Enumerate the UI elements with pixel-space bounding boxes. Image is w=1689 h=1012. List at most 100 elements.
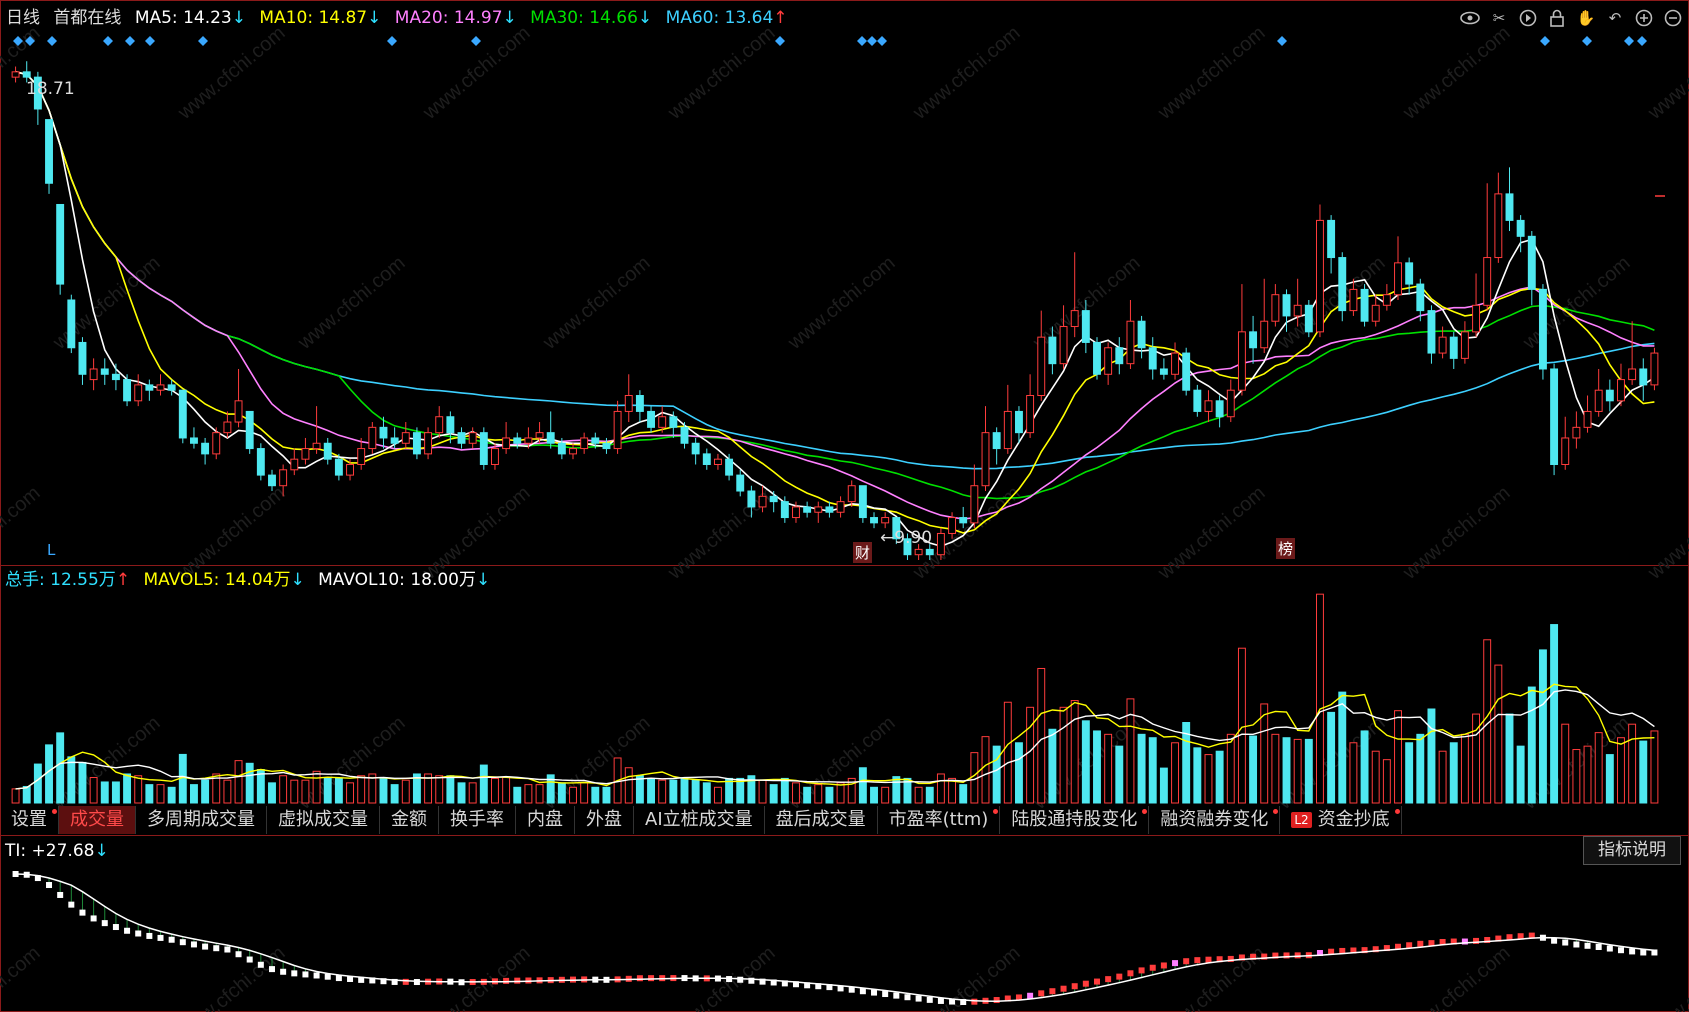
- signal-diamond: [1637, 36, 1647, 46]
- candle-body: [1494, 193, 1503, 259]
- candle-body: [557, 442, 566, 455]
- tab-6[interactable]: 内盘: [516, 806, 575, 834]
- volume-bar: [1327, 711, 1336, 804]
- ti-point: [1116, 973, 1123, 980]
- indicator-help-button[interactable]: 指标说明: [1583, 836, 1681, 865]
- candle-body: [725, 458, 734, 476]
- kline-chart[interactable]: www.cfchi.com www.cfchi.com www.cfchi.com w…: [0, 0, 1689, 1012]
- candle-body: [970, 485, 979, 524]
- zoom-in-icon[interactable]: [1634, 8, 1654, 28]
- candle-body: [546, 432, 555, 444]
- candle-body: [424, 432, 433, 455]
- tab-label: 内盘: [527, 809, 563, 830]
- candle-body: [858, 485, 867, 519]
- candle-body: [1594, 389, 1603, 412]
- tab-7[interactable]: 外盘: [575, 806, 634, 834]
- ti-point: [993, 997, 1000, 1004]
- hand-icon[interactable]: ✋: [1576, 8, 1596, 28]
- watermark-text: www.cfchi.com: [1643, 482, 1689, 585]
- candle-body: [602, 442, 611, 450]
- scissors-icon[interactable]: ✂: [1489, 8, 1509, 28]
- ti-point: [235, 951, 242, 958]
- tab-2[interactable]: 多周期成交量: [136, 806, 267, 834]
- total-volume-arrow: ↑: [115, 570, 131, 590]
- volume-bar: [1093, 730, 1101, 804]
- ma5-arrow: ↓: [231, 8, 246, 28]
- volume-bar: [557, 782, 566, 804]
- signal-diamond: [857, 36, 867, 46]
- tab-notification-dot: [1273, 809, 1279, 814]
- marker-cai[interactable]: 财: [853, 542, 873, 563]
- candle-body: [613, 410, 622, 450]
- tab-9[interactable]: 盘后成交量: [765, 806, 878, 834]
- candle-body: [847, 485, 856, 503]
- candle-body: [502, 437, 511, 450]
- volume-bar: [1014, 742, 1023, 804]
- volume-bar: [491, 777, 499, 804]
- tab-4[interactable]: 金额: [380, 806, 439, 834]
- ti-point: [224, 946, 231, 953]
- eye-icon[interactable]: [1460, 8, 1480, 28]
- ti-point: [1629, 948, 1636, 955]
- tab-1[interactable]: 成交量: [59, 806, 136, 834]
- tab-notification-dot: [1394, 809, 1400, 814]
- watermark-text: www.cfchi.com: [1398, 482, 1514, 585]
- ma20-value: 14.97: [453, 8, 503, 28]
- ti-point: [1183, 958, 1190, 965]
- tab-8[interactable]: AI立桩成交量: [634, 806, 765, 834]
- tab-11[interactable]: 陆股通持股变化: [1000, 806, 1150, 834]
- ti-point: [46, 882, 53, 889]
- tab-5[interactable]: 换手率: [439, 806, 516, 834]
- tab-0[interactable]: 设置: [0, 806, 59, 834]
- candle-body: [457, 432, 466, 444]
- volume-bar: [624, 767, 633, 804]
- volume-bar: [312, 770, 321, 804]
- candle-body: [323, 442, 332, 460]
- marker-bang[interactable]: 榜: [1276, 538, 1296, 559]
- ma60-label: MA60:: [665, 8, 720, 28]
- candle-body: [45, 119, 53, 184]
- candle-body: [1026, 395, 1035, 434]
- candle-body: [1271, 294, 1280, 322]
- mavol5-legend: MAVOL5: 14.04万↓: [143, 570, 304, 590]
- tab-13[interactable]: L2 资金抄底: [1280, 806, 1402, 834]
- refresh-icon[interactable]: [1518, 8, 1538, 28]
- candle-body: [22, 71, 31, 78]
- ti-label: TI:: [5, 841, 27, 861]
- volume-bar: [1550, 624, 1559, 804]
- tab-10[interactable]: 市盈率(ttm): [878, 806, 1001, 834]
- watermark-text: www.cfchi.com: [783, 252, 899, 355]
- volume-bar: [457, 782, 466, 804]
- lock-icon[interactable]: [1547, 8, 1567, 28]
- mavol10-arrow: ↓: [475, 570, 491, 590]
- watermark-text: www.cfchi.com: [1643, 942, 1689, 1012]
- candle-body: [412, 432, 421, 455]
- tab-3[interactable]: 虚拟成交量: [267, 806, 380, 834]
- candle-body: [914, 548, 923, 556]
- candle-body: [1148, 347, 1157, 370]
- candle-body: [1371, 304, 1380, 322]
- volume-bar: [1494, 664, 1503, 804]
- signal-diamond: [198, 36, 208, 46]
- ti-point: [1060, 985, 1067, 992]
- ti-point: [937, 997, 944, 1004]
- marker-l[interactable]: L: [45, 541, 57, 559]
- ti-point: [291, 970, 298, 977]
- candle-body: [803, 506, 812, 513]
- tab-12[interactable]: 融资融券变化: [1149, 806, 1281, 834]
- ma60-legend: MA60: 13.64↑: [666, 8, 788, 28]
- watermark-text: www.cfchi.com: [663, 942, 779, 1012]
- ti-point: [190, 941, 197, 948]
- volume-bar: [1639, 740, 1648, 804]
- candle-body: [1070, 310, 1079, 328]
- zoom-out-icon[interactable]: [1663, 8, 1683, 28]
- volume-bar: [11, 788, 20, 804]
- watermark-text: www.cfchi.com: [173, 22, 289, 125]
- candle-body: [1249, 331, 1258, 349]
- candle-body: [691, 442, 700, 455]
- volume-bar: [870, 786, 878, 804]
- undo-icon[interactable]: ↶: [1605, 8, 1625, 28]
- ti-legend: TI: +27.68↓: [5, 840, 109, 862]
- candle-body: [569, 448, 577, 455]
- ma10-value: 14.87: [318, 8, 368, 28]
